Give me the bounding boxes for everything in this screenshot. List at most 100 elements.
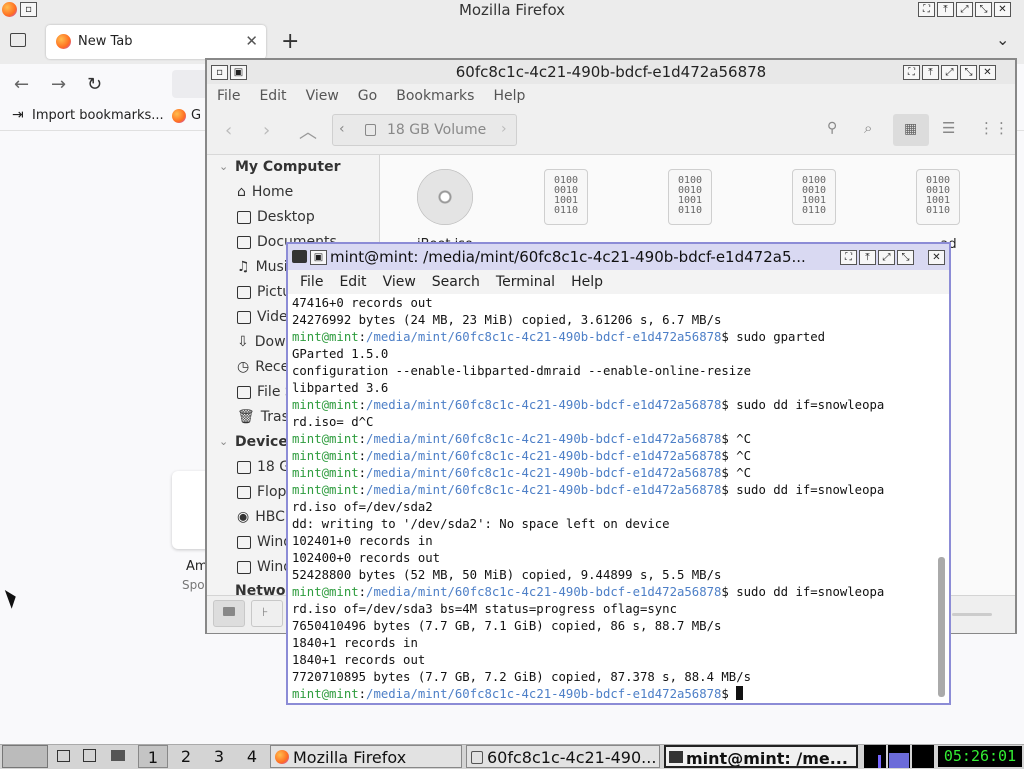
- maximize-button[interactable]: ⤡: [897, 250, 914, 265]
- workspace-3[interactable]: 3: [204, 745, 234, 768]
- documents-icon: [237, 235, 251, 249]
- new-tab-button[interactable]: +: [281, 29, 299, 54]
- terminal-cursor: [736, 686, 744, 700]
- clock[interactable]: 05:26:01: [938, 746, 1022, 767]
- window-menu-icon[interactable]: ▣: [310, 250, 327, 265]
- command-text: [729, 687, 736, 701]
- terminal-output-line: rd.iso of=/dev/sda3 bs=4M status=progres…: [292, 602, 677, 616]
- memory-monitor-graph: [888, 745, 910, 768]
- tab-overview-icon[interactable]: [10, 33, 26, 47]
- breadcrumb-location[interactable]: 18 GB Volume: [387, 122, 486, 138]
- terminal-menubar: File Edit View Search Terminal Help: [288, 270, 949, 294]
- menu-help[interactable]: Help: [571, 274, 603, 290]
- sidebar-item-desktop[interactable]: Desktop: [237, 209, 315, 225]
- menu-help[interactable]: Help: [493, 88, 525, 104]
- terminal-scrollbar[interactable]: [938, 557, 945, 697]
- menu-file[interactable]: File: [217, 88, 240, 104]
- up-icon[interactable]: ︿: [299, 118, 317, 144]
- stick-button[interactable]: ⤒: [859, 250, 876, 265]
- taskbar-launcher-icon[interactable]: [54, 745, 74, 768]
- drive-icon: [237, 535, 251, 549]
- menu-view[interactable]: View: [383, 274, 416, 290]
- task-file-manager[interactable]: 60fc8c1c-4c21-490...: [466, 745, 660, 768]
- back-icon[interactable]: ‹: [225, 120, 232, 141]
- terminal-output-line: 47416+0 records out: [292, 296, 433, 310]
- minimize-button[interactable]: ⤢: [956, 2, 973, 17]
- start-menu-logo-icon[interactable]: [2, 745, 48, 768]
- show-places-button[interactable]: [213, 600, 245, 627]
- close-button[interactable]: ✕: [994, 2, 1011, 17]
- shortcut-tile-sublabel: Spo: [182, 578, 205, 592]
- back-icon[interactable]: ←: [14, 74, 29, 95]
- disc-icon[interactable]: [417, 169, 473, 225]
- command-text: ^C: [728, 432, 752, 446]
- menu-view[interactable]: View: [306, 88, 339, 104]
- maximize-button[interactable]: ⤡: [960, 65, 977, 80]
- menu-bookmarks[interactable]: Bookmarks: [396, 88, 474, 104]
- binary-icon[interactable]: 0100 0010 1001 0110: [668, 169, 712, 225]
- close-button[interactable]: ✕: [928, 250, 945, 265]
- workspace-4[interactable]: 4: [237, 745, 267, 768]
- breadcrumb-right-icon[interactable]: ›: [501, 121, 507, 137]
- collapse-chevron-icon[interactable]: ⌄: [219, 160, 228, 173]
- workspace-1[interactable]: 1: [138, 745, 168, 768]
- task-firefox[interactable]: Mozilla Firefox: [270, 745, 462, 768]
- compact-view-icon[interactable]: ⋮⋮: [979, 119, 1009, 137]
- close-tab-icon[interactable]: ✕: [245, 32, 258, 50]
- list-tabs-chevron-icon[interactable]: ⌄: [996, 30, 1009, 49]
- menu-edit[interactable]: Edit: [339, 274, 366, 290]
- workspace-2[interactable]: 2: [171, 745, 201, 768]
- icon-view-button[interactable]: ▦: [893, 114, 929, 146]
- binary-icon[interactable]: 0100 0010 1001 0110: [792, 169, 836, 225]
- import-bookmarks-link[interactable]: Import bookmarks...: [32, 108, 164, 123]
- zoom-slider[interactable]: [952, 613, 992, 616]
- forward-icon[interactable]: ›: [263, 120, 270, 141]
- taskbar-launcher-icon[interactable]: [80, 745, 100, 768]
- binary-icon[interactable]: 0100 0010 1001 0110: [916, 169, 960, 225]
- menu-file[interactable]: File: [300, 274, 323, 290]
- sidebar-item-home[interactable]: ⌂ Home: [237, 184, 293, 200]
- prompt-symbol: $: [721, 585, 729, 599]
- breadcrumb: ‹ 18 GB Volume ›: [332, 114, 517, 146]
- minimize-button[interactable]: ⤢: [941, 65, 958, 80]
- location-pin-icon[interactable]: ⚲: [827, 120, 837, 136]
- taskbar-launcher-icon[interactable]: [108, 745, 128, 768]
- terminal-output[interactable]: 47416+0 records out 24276992 bytes (24 MB…: [292, 295, 935, 701]
- prompt-user: mint@mint: [292, 432, 359, 446]
- terminal-output-line: libparted 3.6: [292, 381, 389, 395]
- search-icon[interactable]: ⌕: [864, 119, 872, 137]
- show-tree-button[interactable]: ⊦: [251, 600, 283, 627]
- prompt-colon: :: [358, 449, 367, 463]
- collapse-chevron-icon[interactable]: ⌄: [219, 435, 228, 448]
- prompt-user: mint@mint: [292, 585, 359, 599]
- menu-search[interactable]: Search: [432, 274, 480, 290]
- binary-icon[interactable]: 0100 0010 1001 0110: [544, 169, 588, 225]
- menu-edit[interactable]: Edit: [259, 88, 286, 104]
- stick-button[interactable]: ⤒: [937, 2, 954, 17]
- breadcrumb-left-icon[interactable]: ‹: [339, 121, 345, 137]
- shade-button[interactable]: ⛶: [840, 250, 857, 265]
- import-icon: ⇥: [12, 107, 24, 123]
- bookmark-link[interactable]: G: [191, 108, 201, 123]
- terminal-output-line: 7720710895 bytes (7.7 GB, 7.2 GiB) copie…: [292, 670, 752, 684]
- menu-terminal[interactable]: Terminal: [496, 274, 555, 290]
- list-view-icon[interactable]: ☰: [942, 119, 955, 137]
- menu-go[interactable]: Go: [358, 88, 377, 104]
- forward-icon[interactable]: →: [51, 74, 66, 95]
- terminal-icon: [111, 750, 125, 761]
- drive-icon: [237, 560, 251, 574]
- close-button[interactable]: ✕: [979, 65, 996, 80]
- task-terminal[interactable]: mint@mint: /me...: [664, 745, 858, 768]
- stick-button[interactable]: ⤒: [922, 65, 939, 80]
- prompt-user: mint@mint: [292, 466, 359, 480]
- terminal-output-line: rd.iso of=/dev/sda2: [292, 500, 433, 514]
- maximize-button[interactable]: ⤡: [975, 2, 992, 17]
- tab-new-tab[interactable]: New Tab ✕: [46, 25, 266, 59]
- cpu-bar: [878, 755, 881, 768]
- minimize-button[interactable]: ⤢: [878, 250, 895, 265]
- shade-button[interactable]: ⛶: [918, 2, 935, 17]
- terminal-command-line: mint@mint:/media/mint/60fc8c1c-4c21-490b…: [292, 431, 935, 448]
- shade-button[interactable]: ⛶: [903, 65, 920, 80]
- reload-icon[interactable]: ↻: [87, 74, 102, 95]
- task-label: mint@mint: /me...: [686, 749, 848, 768]
